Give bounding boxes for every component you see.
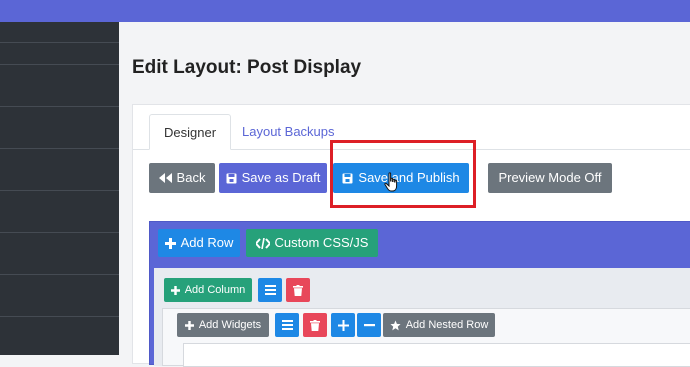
save-as-draft-button[interactable]: Save as Draft (219, 163, 327, 193)
trash-icon (293, 284, 303, 296)
save-and-publish-label: Save and Publish (358, 170, 460, 185)
trash-icon (310, 319, 320, 331)
sidebar-divider (0, 274, 119, 275)
sidebar-divider (0, 148, 119, 149)
sidebar-divider (0, 316, 119, 317)
shrink-column-button[interactable] (357, 313, 381, 337)
sidebar-divider (0, 64, 119, 65)
add-nested-row-button[interactable]: Add Nested Row (383, 313, 495, 337)
column-container: Add Widgets Add Nested Row (162, 308, 690, 367)
plus-icon (184, 320, 194, 330)
back-button[interactable]: Back (149, 163, 215, 193)
back-button-label: Back (176, 170, 206, 185)
top-navbar (0, 0, 690, 22)
main-content: Edit Layout: Post Display Designer Layou… (119, 22, 690, 367)
row-menu-button[interactable] (258, 278, 282, 302)
sidebar-divider (0, 106, 119, 107)
menu-icon (264, 285, 276, 295)
rewind-icon (158, 173, 172, 183)
custom-css-js-label: Custom CSS/JS (274, 235, 369, 250)
row-container: Add Column Add Widgets Add Nested Row (154, 268, 690, 367)
add-row-button[interactable]: Add Row (158, 229, 240, 257)
save-and-publish-button[interactable]: Save and Publish (333, 163, 469, 193)
save-icon (342, 173, 353, 183)
plus-icon (170, 285, 180, 295)
code-icon (255, 237, 270, 249)
row-builder: Add Row Custom CSS/JS Add Column Add Wid… (149, 221, 690, 367)
sidebar-divider (0, 190, 119, 191)
layout-editor-card: Designer Layout Backups Back Save as Dra… (132, 104, 690, 367)
widget-area (183, 343, 690, 367)
column-menu-button[interactable] (275, 313, 299, 337)
add-column-label: Add Column (184, 284, 246, 296)
tab-layout-backups[interactable]: Layout Backups (228, 114, 349, 150)
tab-bar: Designer Layout Backups (133, 105, 690, 150)
sidebar-divider (0, 232, 119, 233)
menu-icon (281, 320, 293, 330)
plus-icon (337, 319, 349, 331)
hand-cursor-icon (384, 172, 400, 199)
sidebar-divider (0, 42, 119, 43)
add-widgets-button[interactable]: Add Widgets (177, 313, 269, 337)
add-column-button[interactable]: Add Column (164, 278, 252, 302)
minus-icon (363, 323, 375, 326)
expand-column-button[interactable] (331, 313, 355, 337)
custom-css-js-button[interactable]: Custom CSS/JS (246, 229, 378, 257)
page-title: Edit Layout: Post Display (132, 57, 362, 78)
sidebar (0, 22, 119, 355)
plus-icon (164, 237, 176, 249)
delete-column-button[interactable] (303, 313, 327, 337)
preview-mode-button[interactable]: Preview Mode Off (488, 163, 612, 193)
delete-row-button[interactable] (286, 278, 310, 302)
save-icon (226, 173, 237, 183)
tab-designer[interactable]: Designer (149, 114, 232, 150)
add-row-label: Add Row (180, 235, 234, 250)
add-nested-row-label: Add Nested Row (405, 319, 489, 331)
star-icon (390, 319, 401, 330)
add-widgets-label: Add Widgets (198, 319, 262, 331)
save-as-draft-label: Save as Draft (241, 170, 321, 185)
